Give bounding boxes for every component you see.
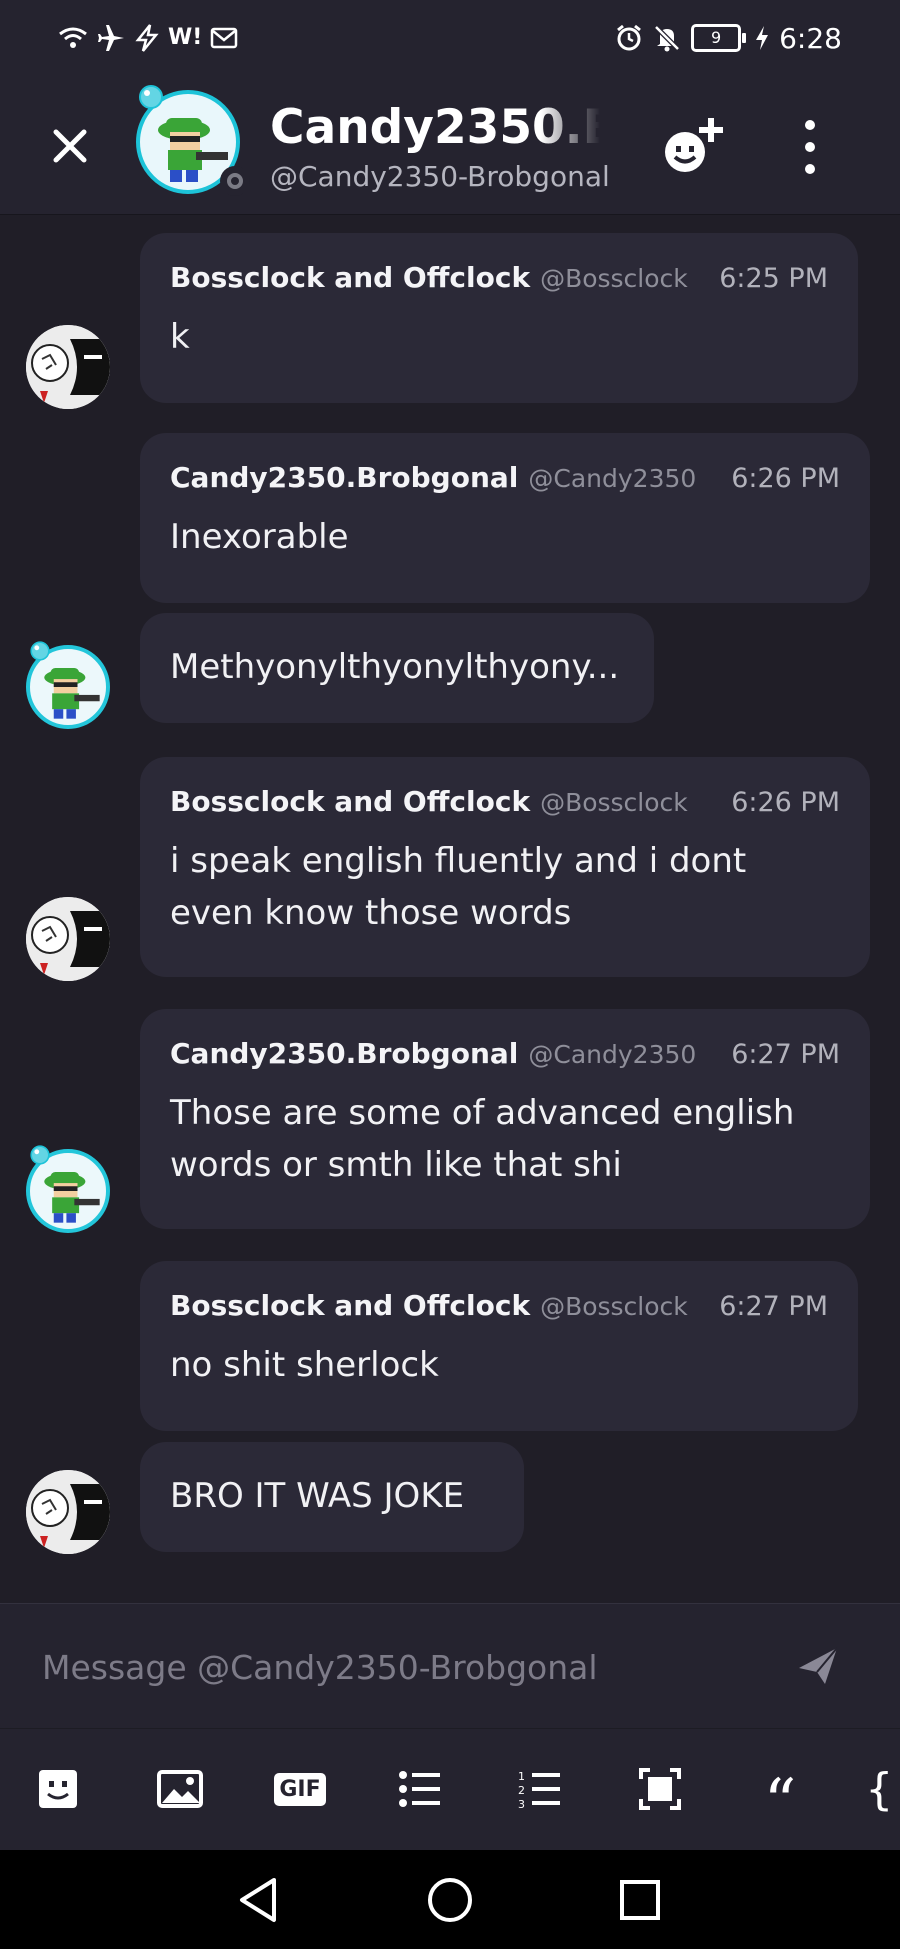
- close-icon: [53, 129, 87, 163]
- header-handle: @Candy2350-Brobgonal: [270, 160, 610, 193]
- message-bubble[interactable]: Candy2350.Brobgonal @Candy2350 6:27 PM T…: [140, 1009, 870, 1229]
- gmail-icon: [211, 27, 238, 49]
- message-text: Inexorable: [170, 517, 349, 557]
- message-composer: [0, 1603, 900, 1728]
- message-bubble[interactable]: BRO IT WAS JOKE: [140, 1442, 524, 1552]
- offline-status-icon: [220, 166, 250, 196]
- code-icon: {: [866, 1763, 893, 1815]
- svg-text:3: 3: [518, 1798, 525, 1809]
- svg-text:1: 1: [518, 1770, 525, 1783]
- add-friend-button[interactable]: [655, 112, 727, 184]
- more-dot-icon: [805, 142, 815, 152]
- back-button[interactable]: [230, 1872, 286, 1928]
- user-avatar[interactable]: [26, 641, 110, 729]
- lightning-icon: [135, 24, 159, 52]
- user-avatar[interactable]: [26, 325, 110, 409]
- wifi-icon: [59, 27, 87, 48]
- message-author[interactable]: Candy2350.Brobgonal: [170, 1037, 518, 1070]
- message-time: 6:27 PM: [731, 1039, 840, 1070]
- message-handle: @Bossclock: [540, 1292, 688, 1321]
- message-text: Those are some of advanced english words…: [170, 1093, 795, 1185]
- close-button[interactable]: [40, 116, 100, 176]
- message-time: 6:27 PM: [719, 1291, 828, 1322]
- airplane-icon: [98, 25, 124, 51]
- gif-label: GIF: [279, 1776, 321, 1802]
- bossclock-avatar-image: [26, 1470, 110, 1554]
- message-text: i speak english fluently and i dont even…: [170, 841, 747, 933]
- add-friend-icon: [665, 118, 723, 172]
- user-avatar[interactable]: [26, 1470, 110, 1554]
- gif-button[interactable]: GIF: [270, 1759, 330, 1819]
- mute-icon: [654, 25, 680, 52]
- image-icon: [157, 1770, 203, 1808]
- header-display-name: Candy2350.Brobgonal: [270, 100, 600, 155]
- send-button[interactable]: [795, 1642, 845, 1692]
- quote-icon: “: [763, 1766, 797, 1840]
- user-avatar[interactable]: [26, 897, 110, 981]
- recents-icon: [620, 1880, 660, 1920]
- message-author[interactable]: Bossclock and Offclock: [170, 785, 530, 818]
- message-bubble[interactable]: Bossclock and Offclock @Bossclock 6:25 P…: [140, 233, 858, 403]
- bulleted-list-button[interactable]: [390, 1759, 450, 1819]
- back-icon: [240, 1878, 276, 1922]
- message-handle: @Bossclock: [540, 264, 688, 293]
- w-icon: W!: [168, 25, 203, 50]
- message-list[interactable]: Bossclock and Offclock @Bossclock 6:25 P…: [0, 215, 900, 1603]
- message-text: Methyonylthyonylthyony...: [170, 647, 620, 687]
- system-nav-bar: [0, 1850, 900, 1949]
- dm-header: Candy2350.Brobgonal @Candy2350-Brobgonal: [0, 76, 900, 215]
- message-author[interactable]: Candy2350.Brobgonal: [170, 461, 518, 494]
- message-time: 6:25 PM: [719, 263, 828, 294]
- emoji-icon: [39, 1770, 77, 1808]
- home-icon: [428, 1878, 472, 1922]
- gif-icon: GIF: [274, 1772, 326, 1806]
- more-dot-icon: [805, 120, 815, 130]
- more-dot-icon: [805, 164, 815, 174]
- numbered-list-icon: 123: [518, 1770, 560, 1809]
- message-bubble[interactable]: Bossclock and Offclock @Bossclock 6:26 P…: [140, 757, 870, 977]
- message-handle: @Candy2350: [528, 464, 697, 493]
- message-handle: @Bossclock: [540, 788, 688, 817]
- numbered-list-button[interactable]: 123: [510, 1759, 570, 1819]
- more-options-button[interactable]: [795, 114, 825, 180]
- message-text: BRO IT WAS JOKE: [170, 1476, 465, 1516]
- message-text: k: [170, 317, 190, 357]
- home-button[interactable]: [422, 1872, 478, 1928]
- emoji-button[interactable]: [28, 1759, 88, 1819]
- quote-button[interactable]: “: [750, 1759, 810, 1835]
- bubble-accessory-icon: [30, 641, 50, 661]
- bubble-accessory-icon: [139, 85, 163, 109]
- bulleted-list-icon: [399, 1771, 440, 1807]
- message-handle: @Candy2350: [528, 1040, 697, 1069]
- bubble-accessory-icon: [30, 1145, 50, 1165]
- status-bar: W! 9 6:28: [0, 0, 900, 76]
- bossclock-avatar-image: [26, 897, 110, 981]
- image-button[interactable]: [150, 1759, 210, 1819]
- message-input[interactable]: [40, 1634, 784, 1700]
- message-text: no shit sherlock: [170, 1345, 439, 1385]
- message-time: 6:26 PM: [731, 787, 840, 818]
- user-avatar[interactable]: [26, 1145, 110, 1233]
- code-button[interactable]: {: [866, 1759, 900, 1819]
- clock-time: 6:28: [779, 21, 842, 55]
- message-bubble[interactable]: Bossclock and Offclock @Bossclock 6:27 P…: [140, 1261, 858, 1431]
- alarm-icon: [617, 24, 642, 51]
- bossclock-avatar-image: [26, 325, 110, 409]
- message-bubble[interactable]: Candy2350.Brobgonal @Candy2350 6:26 PM I…: [140, 433, 870, 603]
- svg-text:2: 2: [518, 1784, 525, 1797]
- message-time: 6:26 PM: [731, 463, 840, 494]
- format-toolbar: GIF 123 “ {: [0, 1728, 900, 1851]
- recents-button[interactable]: [612, 1872, 668, 1928]
- spoiler-button[interactable]: [630, 1759, 690, 1819]
- spoiler-icon: [639, 1768, 681, 1810]
- message-author[interactable]: Bossclock and Offclock: [170, 261, 530, 294]
- send-icon: [799, 1647, 838, 1684]
- battery-icon: 9: [691, 24, 747, 52]
- header-avatar[interactable]: [136, 85, 250, 200]
- charging-icon: [756, 26, 769, 50]
- message-author[interactable]: Bossclock and Offclock: [170, 1289, 530, 1322]
- message-bubble[interactable]: Methyonylthyonylthyony...: [140, 613, 654, 723]
